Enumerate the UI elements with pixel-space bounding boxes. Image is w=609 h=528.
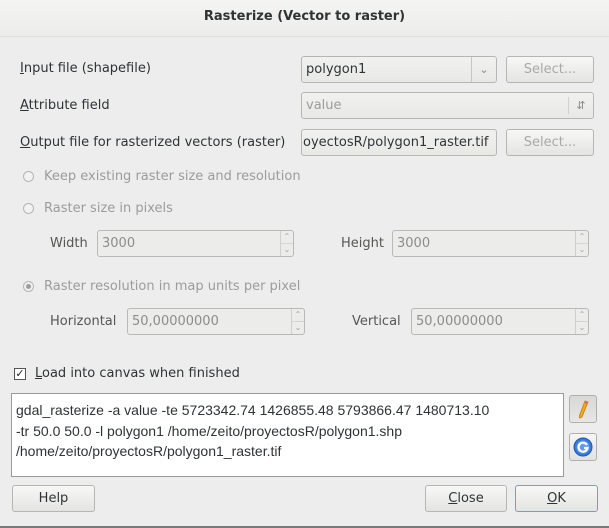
spin-down-icon[interactable]: ⌄: [292, 321, 304, 334]
output-file-label-text: utput file for rasterized vectors (raste…: [30, 135, 286, 150]
spin-up-icon[interactable]: ⌃: [576, 309, 588, 321]
raster-size-radio[interactable]: [23, 203, 34, 214]
input-file-value: polygon1: [306, 62, 367, 77]
height-spinbox[interactable]: 3000 ⌃ ⌄: [392, 230, 589, 257]
horizontal-spinbox[interactable]: 50,00000000 ⌃ ⌄: [127, 308, 305, 335]
attribute-field-value: value: [306, 98, 342, 113]
spin-up-icon[interactable]: ⌃: [292, 309, 304, 321]
attribute-field-label: Attribute field: [20, 98, 110, 113]
chevron-down-icon[interactable]: ⌄: [471, 57, 496, 82]
reset-icon: [573, 437, 593, 457]
horizontal-label: Horizontal: [50, 314, 117, 329]
close-button-mnemonic: C: [448, 491, 458, 506]
dialog-title: Rasterize (Vector to raster): [0, 0, 609, 37]
pencil-icon: [579, 400, 589, 419]
keep-existing-label: Keep existing raster size and resolution: [44, 169, 301, 184]
updown-arrows-icon[interactable]: ⇵: [568, 97, 593, 114]
input-file-label: Input file (shapefile): [20, 61, 151, 76]
input-file-label-text: nput file (shapefile): [23, 61, 151, 76]
input-file-select-button[interactable]: Select...: [506, 56, 594, 83]
spin-up-icon[interactable]: ⌃: [281, 231, 293, 243]
load-canvas-checkbox[interactable]: ✓: [14, 368, 26, 380]
output-file-select-button[interactable]: Select...: [506, 129, 594, 156]
close-button-text: lose: [457, 491, 484, 506]
attribute-field-label-mnemonic: A: [20, 98, 29, 113]
spin-up-icon[interactable]: ⌃: [576, 231, 588, 243]
resolution-radio[interactable]: [23, 281, 34, 292]
vertical-spinbox[interactable]: 50,00000000 ⌃ ⌄: [411, 308, 589, 335]
height-label: Height: [341, 236, 384, 251]
width-label: Width: [50, 236, 88, 251]
reset-command-button[interactable]: [569, 433, 597, 461]
command-line: -tr 50.0 50.0 -l polygon1 /home/zeito/pr…: [16, 422, 403, 439]
help-button[interactable]: Help: [12, 485, 95, 512]
ok-button[interactable]: OK: [515, 485, 598, 512]
attribute-field-label-text: ttribute field: [28, 98, 110, 113]
height-value: 3000: [397, 236, 431, 251]
load-canvas-label-mnemonic: L: [35, 366, 43, 381]
width-spinbox[interactable]: 3000 ⌃ ⌄: [97, 230, 294, 257]
vertical-label: Vertical: [352, 314, 401, 329]
spin-down-icon[interactable]: ⌄: [281, 243, 293, 256]
raster-size-label: Raster size in pixels: [44, 201, 173, 216]
command-line: /home/zeito/proyectosR/polygon1_raster.t…: [16, 443, 282, 459]
command-textarea[interactable]: gdal_rasterize -a value -te 5723342.74 1…: [11, 393, 564, 477]
edit-command-button[interactable]: [569, 395, 597, 423]
output-file-input[interactable]: oyectosR/polygon1_raster.tif: [301, 129, 497, 156]
ok-button-mnemonic: O: [547, 491, 558, 506]
output-file-label-mnemonic: O: [20, 135, 31, 150]
resolution-label: Raster resolution in map units per pixel: [44, 279, 301, 294]
output-file-label: Output file for rasterized vectors (rast…: [20, 135, 285, 150]
load-canvas-label: Load into canvas when finished: [35, 366, 240, 381]
keep-existing-radio[interactable]: [23, 171, 34, 182]
command-line: gdal_rasterize -a value -te 5723342.74 1…: [16, 402, 490, 418]
attribute-field-combo[interactable]: value ⇵: [301, 92, 594, 119]
width-value: 3000: [102, 236, 136, 251]
close-button[interactable]: Close: [425, 485, 507, 512]
input-file-combo[interactable]: polygon1 ⌄: [301, 56, 497, 83]
load-canvas-label-text: oad into canvas when finished: [42, 366, 240, 381]
ok-button-text: K: [557, 491, 566, 506]
horizontal-value: 50,00000000: [132, 314, 219, 329]
spin-down-icon[interactable]: ⌄: [576, 321, 588, 334]
vertical-value: 50,00000000: [416, 314, 503, 329]
spin-down-icon[interactable]: ⌄: [576, 243, 588, 256]
